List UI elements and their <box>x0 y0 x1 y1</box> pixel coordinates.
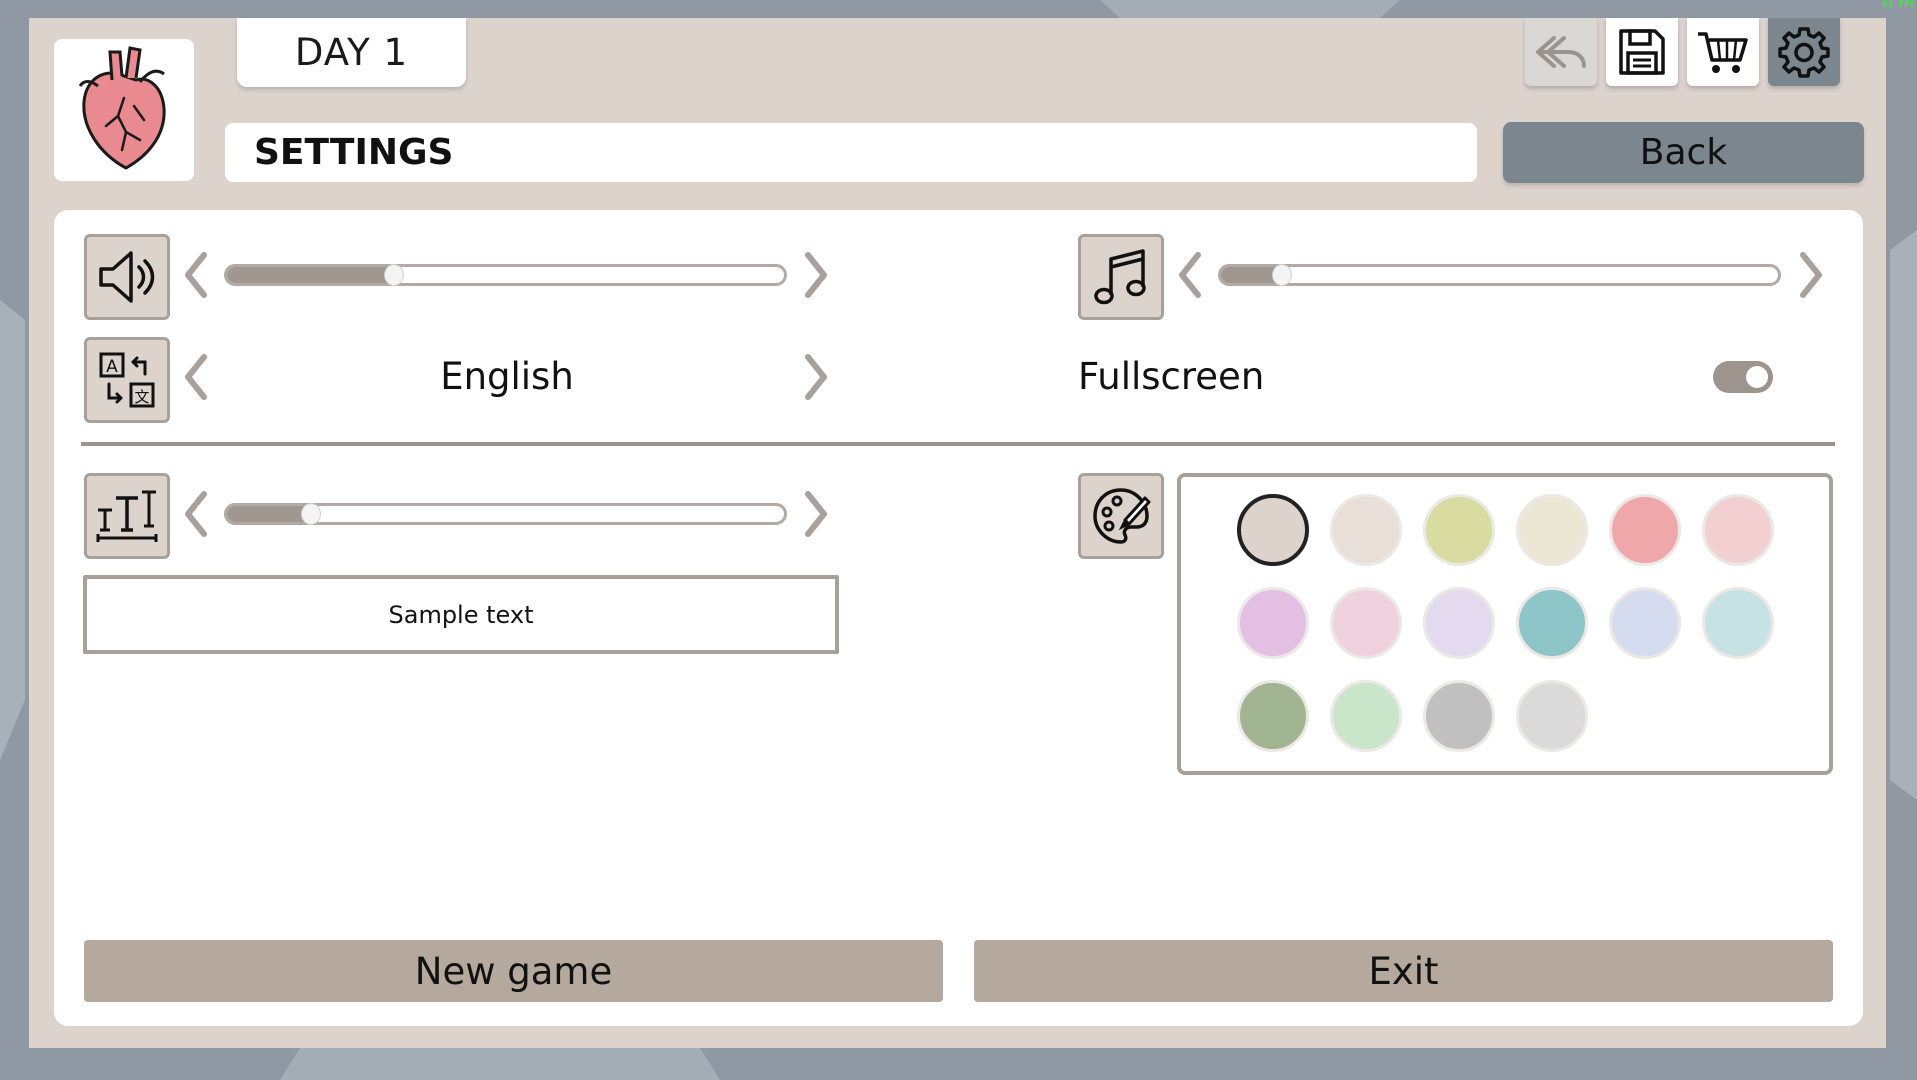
palette-icon <box>1093 488 1151 544</box>
music-volume-knob[interactable] <box>1272 264 1293 286</box>
sound-decrease-button[interactable] <box>178 251 214 299</box>
theme-color-swatch[interactable] <box>1423 494 1495 566</box>
theme-tile <box>1078 473 1164 559</box>
svg-text:A: A <box>106 357 118 377</box>
text-size-increase-button[interactable] <box>798 490 834 538</box>
fullscreen-label: Fullscreen <box>1078 354 1265 398</box>
music-volume-slider[interactable] <box>1218 264 1781 286</box>
text-size-fill <box>227 506 311 522</box>
section-divider <box>81 442 1835 446</box>
theme-color-swatch[interactable] <box>1609 494 1681 566</box>
speaker-icon <box>99 251 155 303</box>
chevron-right-icon <box>805 354 827 400</box>
text-size-icon <box>96 490 158 542</box>
sound-volume-tile <box>84 234 170 320</box>
fullscreen-toggle[interactable] <box>1713 361 1773 393</box>
heart-logo <box>54 39 194 181</box>
theme-color-swatch[interactable] <box>1237 587 1309 659</box>
exit-button[interactable]: Exit <box>974 940 1833 1002</box>
text-size-decrease-button[interactable] <box>178 490 214 538</box>
shop-button[interactable] <box>1687 18 1759 86</box>
language-value: English <box>440 354 574 398</box>
sound-increase-button[interactable] <box>798 251 834 299</box>
sample-text-preview: Sample text <box>83 575 839 654</box>
chevron-left-icon <box>1179 252 1201 298</box>
language-next-button[interactable] <box>798 353 834 401</box>
music-volume-tile <box>1078 234 1164 320</box>
chevron-right-icon <box>805 252 827 298</box>
chevron-left-icon <box>185 491 207 537</box>
chevron-right-icon <box>805 491 827 537</box>
theme-color-swatch[interactable] <box>1330 494 1402 566</box>
theme-color-swatch[interactable] <box>1609 587 1681 659</box>
svg-text:文: 文 <box>134 388 149 406</box>
theme-color-swatch[interactable] <box>1516 587 1588 659</box>
day-indicator: DAY 1 <box>237 18 466 87</box>
sound-volume-knob[interactable] <box>384 264 405 286</box>
theme-color-swatch[interactable] <box>1702 587 1774 659</box>
theme-color-swatch[interactable] <box>1516 494 1588 566</box>
language-tile: A 文 <box>84 337 170 423</box>
back-button[interactable]: Back <box>1503 122 1864 183</box>
music-note-icon <box>1094 249 1146 305</box>
theme-color-swatch[interactable] <box>1237 494 1309 566</box>
theme-color-swatch[interactable] <box>1330 587 1402 659</box>
text-size-tile <box>84 473 170 559</box>
gear-icon <box>1778 27 1830 78</box>
text-size-knob[interactable] <box>300 503 321 525</box>
page-title: SETTINGS <box>225 123 1477 182</box>
theme-color-swatch[interactable] <box>1516 680 1588 752</box>
translate-icon: A 文 <box>99 352 155 408</box>
theme-color-swatch[interactable] <box>1237 680 1309 752</box>
chevron-left-icon <box>185 252 207 298</box>
music-decrease-button[interactable] <box>1172 251 1208 299</box>
undo-arrow-icon <box>1536 36 1586 68</box>
anatomical-heart-icon <box>78 46 166 170</box>
floppy-disk-icon <box>1619 29 1665 75</box>
theme-color-swatch[interactable] <box>1423 587 1495 659</box>
shopping-cart-icon <box>1698 32 1748 73</box>
new-game-button[interactable]: New game <box>84 940 943 1002</box>
sound-volume-slider[interactable] <box>224 264 787 286</box>
language-prev-button[interactable] <box>178 353 214 401</box>
theme-color-swatch[interactable] <box>1702 494 1774 566</box>
fps-counter: 61 FPS <box>1882 0 1915 10</box>
text-size-slider[interactable] <box>224 503 787 525</box>
chevron-left-icon <box>185 354 207 400</box>
music-increase-button[interactable] <box>1793 251 1829 299</box>
undo-button[interactable] <box>1525 18 1597 86</box>
save-button[interactable] <box>1606 18 1678 86</box>
theme-color-swatch[interactable] <box>1330 680 1402 752</box>
theme-color-grid <box>1177 473 1833 775</box>
theme-color-swatch[interactable] <box>1423 680 1495 752</box>
sound-volume-fill <box>227 267 395 283</box>
toggle-knob <box>1746 366 1768 388</box>
settings-button[interactable] <box>1768 18 1840 86</box>
chevron-right-icon <box>1800 252 1822 298</box>
